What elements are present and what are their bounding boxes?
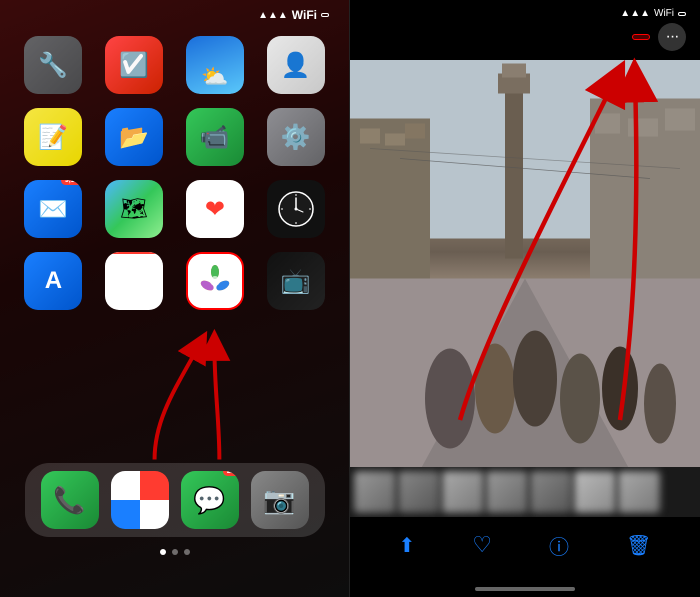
home-indicator [475,587,575,591]
calendar-day [105,252,163,254]
utilities-icon: 🔧 [24,36,82,94]
top-nav-bar: ▲▲▲ WiFi ··· [350,0,700,57]
app-calendar[interactable] [99,252,170,314]
page-dots [160,549,190,555]
edit-button[interactable] [632,34,650,40]
more-button[interactable]: ··· [658,23,686,51]
dot-1 [160,549,166,555]
right-status-icons: ▲▲▲ WiFi [620,8,686,19]
street-photo [350,60,700,487]
info-button[interactable]: ⓘ [549,531,569,560]
messages-dock-icon: 💬 213 [181,471,239,529]
camera-dock-icon: 📷 [251,471,309,529]
signal-icon: ▲▲▲ [258,10,288,21]
thumb-1 [354,471,396,513]
left-phone: ▲▲▲ WiFi 🔧 ☑️ ⛅ [0,0,350,597]
more-icon: ··· [666,28,679,46]
bottom-toolbar: ⬆ ♡ ⓘ 🗑 [350,517,700,573]
phone-dock-icon: 📞 [41,471,99,529]
dock-messages[interactable]: 💬 213 [181,471,239,529]
safari-dock-icon [111,471,169,529]
appstore-icon: A [24,252,82,310]
app-mail[interactable]: ✉️ 9,128 [18,180,89,242]
contacts-icon: 👤 [267,36,325,94]
right-phone: ▲▲▲ WiFi ··· [350,0,700,597]
dock-safari[interactable] [111,471,169,529]
thumb-7 [618,471,660,513]
clock-icon [267,180,325,238]
tv-icon: 📺 [267,252,325,310]
app-health[interactable]: ❤ [180,180,251,242]
app-photos[interactable] [180,252,251,314]
app-facetime[interactable]: 📹 [180,108,251,170]
nav-right-buttons: ··· [632,23,686,51]
messages-badge: 213 [223,471,239,476]
reminders-icon: ☑️ [105,36,163,94]
app-contacts[interactable]: 👤 [260,36,331,98]
nav-controls: ··· [364,19,686,51]
app-notes[interactable]: 📝 [18,108,89,170]
health-icon: ❤ [186,180,244,238]
share-button[interactable]: ⬆ [399,533,416,558]
photos-icon [186,252,244,310]
thumb-5 [530,471,572,513]
app-files[interactable]: 📂 [99,108,170,170]
app-clock[interactable] [260,180,331,242]
files-icon: 📂 [105,108,163,166]
app-utilities[interactable]: 🔧 [18,36,89,98]
app-grid: 🔧 ☑️ ⛅ 👤 📝 [0,26,349,324]
app-tv[interactable]: 📺 [260,252,331,314]
heart-button[interactable]: ♡ [472,532,492,558]
status-bar-right: ▲▲▲ WiFi [364,8,686,19]
dock-phone[interactable]: 📞 [41,471,99,529]
dock: 📞 💬 213 📷 [25,463,325,537]
thumb-2 [398,471,440,513]
app-weather[interactable]: ⛅ [180,36,251,98]
thumb-3 [442,471,484,513]
settings-icon: ⚙️ [267,108,325,166]
facetime-icon: 📹 [186,108,244,166]
right-battery-icon [678,12,686,16]
thumb-4 [486,471,528,513]
wifi-icon: WiFi [292,8,317,22]
mail-icon: ✉️ 9,128 [24,180,82,238]
right-signal-icon: ▲▲▲ [620,8,650,19]
notes-icon: 📝 [24,108,82,166]
app-settings[interactable]: ⚙️ [260,108,331,170]
trash-button[interactable]: 🗑 [626,533,651,558]
left-status-icons: ▲▲▲ WiFi [258,8,329,22]
dock-camera[interactable]: 📷 [251,471,309,529]
mail-badge: 9,128 [61,180,83,185]
battery-icon [321,13,329,17]
app-maps[interactable]: 🗺 [99,180,170,242]
thumbnail-strip [350,467,700,517]
left-status-bar: ▲▲▲ WiFi [0,0,349,26]
app-reminders[interactable]: ☑️ [99,36,170,98]
weather-icon: ⛅ [186,36,244,94]
calendar-icon [105,252,163,310]
right-wifi-icon: WiFi [654,8,674,19]
dot-2 [172,549,178,555]
dot-3 [184,549,190,555]
app-appstore[interactable]: A [18,252,89,314]
maps-icon: 🗺 [105,180,163,238]
thumb-6 [574,471,616,513]
